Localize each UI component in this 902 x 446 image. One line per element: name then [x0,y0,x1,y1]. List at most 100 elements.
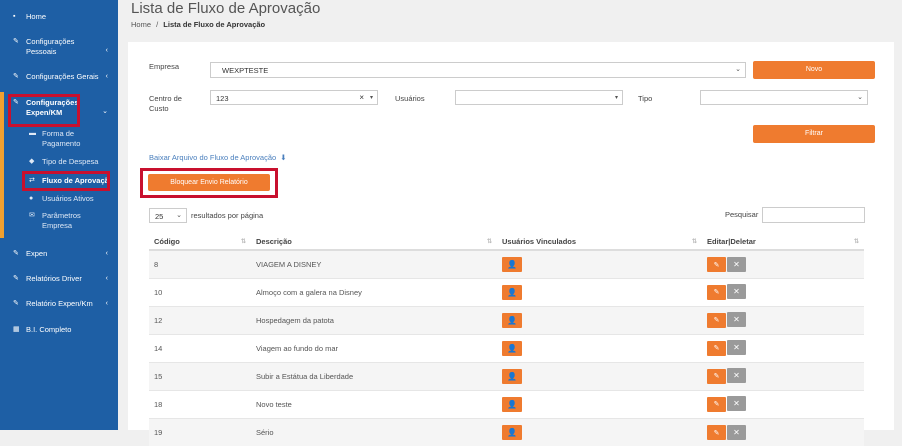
edit-icon[interactable]: ✎ [707,368,726,384]
card-icon: ▬ [29,130,36,137]
sidebar-item-home[interactable]: ▪ Home [0,12,118,22]
chart-icon: ▦ [13,326,20,333]
chevron-left-icon: ‹ [105,250,108,257]
delete-icon[interactable]: ✕ [727,340,746,356]
user-icon[interactable]: 👤 [502,368,522,384]
user-icon[interactable]: 👤 [502,424,522,440]
page-size-select[interactable]: 25 ⌄ [149,208,187,223]
edit-icon: ✎ [13,73,19,80]
table-header-row: Código ⇅ Descrição ⇅ Usuários Vinculados ⇅ … [149,234,864,251]
sidebar-item-configuracoes-gerais[interactable]: ✎ Configurações Gerais ‹ [0,72,118,82]
highlight-box [22,171,110,191]
user-icon[interactable]: 👤 [502,396,522,412]
empresa-label: Empresa [149,62,180,71]
chevron-left-icon: ‹ [105,73,108,80]
cell-codigo: 18 [149,389,251,418]
delete-icon[interactable]: ✕ [727,284,746,300]
cell-descricao: Hospedagem da patota [251,305,497,334]
sidebar-item-expen[interactable]: ✎ Expen ‹ [0,249,118,259]
chevron-down-icon: ⌄ [857,94,863,101]
sidebar-item-configuracoes-pessoais[interactable]: ✎ Configurações Pessoais ‹ [0,37,118,57]
breadcrumb-home[interactable]: Home [131,20,151,29]
sidebar-item-bi-completo[interactable]: ▦ B.I. Completo [0,325,118,335]
cell-codigo: 8 [149,249,251,278]
cell-codigo: 14 [149,333,251,362]
delete-icon[interactable]: ✕ [727,368,746,384]
edit-icon[interactable]: ✎ [707,396,726,412]
column-codigo[interactable]: Código ⇅ [149,234,251,251]
edit-icon[interactable]: ✎ [707,312,726,328]
sidebar-item-label: Configurações Pessoais [26,37,75,56]
cell-actions: ✎ ✕ [702,277,864,306]
home-icon: ▪ [13,13,16,20]
search-label: Pesquisar [725,210,759,219]
column-label: Editar|Deletar [707,237,756,246]
user-icon[interactable]: 👤 [502,284,522,300]
chevron-down-icon: ⌄ [735,66,741,73]
sidebar-item-label: Home [26,12,47,21]
chevron-left-icon: ‹ [105,300,108,307]
delete-icon[interactable]: ✕ [727,424,746,440]
sort-icon: ⇅ [486,239,492,245]
cell-codigo: 12 [149,305,251,334]
table-row: 18 Novo teste 👤 ✎ ✕ [149,389,864,418]
chevron-left-icon: ‹ [105,47,108,54]
sort-icon: ⇅ [853,239,859,245]
centro-custo-label: Centro de Custo [149,94,182,113]
sidebar-item-relatorios-driver[interactable]: ✎ Relatórios Driver ‹ [0,274,118,284]
delete-icon[interactable]: ✕ [727,396,746,412]
table-row: 14 Viagem ao fundo do mar 👤 ✎ ✕ [149,333,864,362]
sidebar: ▪ Home ✎ Configurações Pessoais ‹ ✎ Conf… [0,0,118,430]
edit-icon: ✎ [13,38,19,45]
column-descricao[interactable]: Descrição ⇅ [251,234,497,251]
edit-icon[interactable]: ✎ [707,284,726,300]
novo-button[interactable]: Novo [753,61,875,79]
edit-icon[interactable]: ✎ [707,257,726,272]
bloquear-envio-button[interactable]: Bloquear Envio Relatório [148,174,270,191]
sort-icon: ⇅ [691,239,697,245]
sidebar-item-label: Configurações Gerais [26,72,99,81]
cell-actions: ✎ ✕ [702,305,864,334]
envelope-icon: ✉ [29,212,35,219]
cell-usuarios: 👤 [497,417,702,446]
sidebar-item-relatorio-expen-km[interactable]: ✎ Relatório Expen/Km ‹ [0,299,118,309]
cell-actions: ✎ ✕ [702,389,864,418]
cell-actions: ✎ ✕ [702,333,864,362]
delete-icon[interactable]: ✕ [727,312,746,328]
sidebar-subitem-tipo-despesa[interactable]: ◆ Tipo de Despesa [29,157,114,167]
user-icon[interactable]: 👤 [502,340,522,356]
centro-custo-select[interactable]: 123 × ▾ [210,90,378,105]
sidebar-subitem-label: Forma de Pagamento [42,129,81,148]
tipo-select[interactable]: ⌄ [700,90,868,105]
column-label: Usuários Vinculados [502,237,577,246]
cell-descricao: Almoço com a galera na Disney [251,277,497,306]
download-link[interactable]: Baixar Arquivo do Fluxo de Aprovação ⬇ [149,153,287,162]
download-icon: ⬇ [280,153,287,162]
empresa-select[interactable]: WEXPTESTE ⌄ [210,62,746,78]
sidebar-subitem-usuarios-ativos[interactable]: ● Usuários Ativos [29,194,114,204]
sidebar-item-label: Relatórios Driver [26,274,82,283]
cell-usuarios: 👤 [497,389,702,418]
empresa-value: WEXPTESTE [222,66,269,75]
cell-descricao: Novo teste [251,389,497,418]
user-icon[interactable]: 👤 [502,256,522,272]
sidebar-subitem-label: Parâmetros Empresa [42,211,81,230]
table-row: 8 VIAGEM A DISNEY 👤 ✎ ✕ [149,249,864,278]
edit-icon[interactable]: ✎ [707,340,726,356]
user-icon[interactable]: 👤 [502,312,522,328]
clear-icon[interactable]: × [359,93,364,102]
column-usuarios[interactable]: Usuários Vinculados ⇅ [497,234,702,251]
page-size-suffix: resultados por página [191,211,264,220]
search-input[interactable] [762,207,865,223]
sidebar-subitem-forma-pagamento[interactable]: ▬ Forma de Pagamento [29,129,114,149]
column-editar-deletar[interactable]: Editar|Deletar ⇅ [702,234,864,251]
sidebar-item-label: Expen [26,249,48,258]
sidebar-subitem-label: Tipo de Despesa [42,157,99,166]
delete-icon[interactable]: ✕ [727,256,746,272]
filtrar-button[interactable]: Filtrar [753,125,875,143]
cell-descricao: Sério [251,417,497,446]
usuarios-select[interactable]: ▾ [455,90,623,105]
edit-icon[interactable]: ✎ [707,425,726,440]
edit-icon: ✎ [13,275,19,282]
sidebar-subitem-parametros-empresa[interactable]: ✉ Parâmetros Empresa [29,211,114,231]
